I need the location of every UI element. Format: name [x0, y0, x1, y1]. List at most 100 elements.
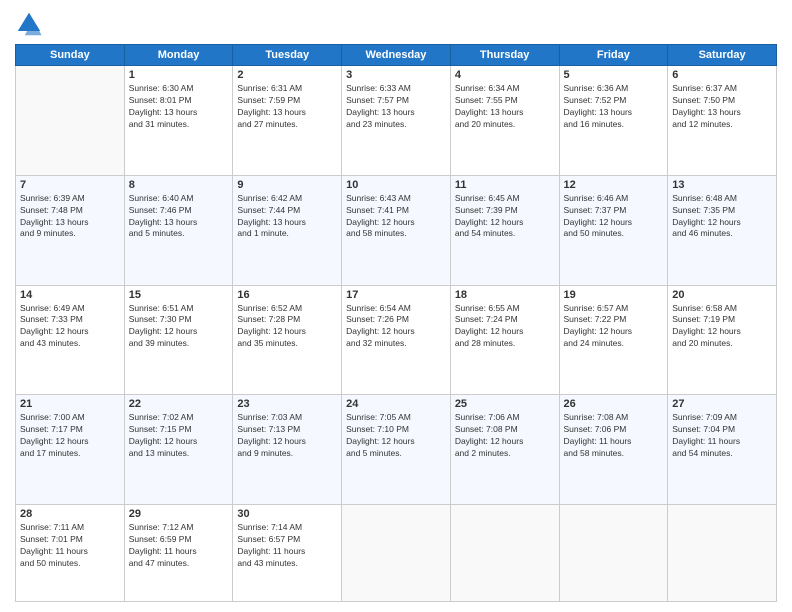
day-info: Sunrise: 7:00 AMSunset: 7:17 PMDaylight:… [20, 412, 120, 460]
day-number: 28 [20, 508, 120, 520]
day-info: Sunrise: 6:57 AMSunset: 7:22 PMDaylight:… [564, 303, 664, 351]
calendar-cell: 10Sunrise: 6:43 AMSunset: 7:41 PMDayligh… [342, 175, 451, 285]
day-number: 30 [237, 508, 337, 520]
calendar-cell: 12 Sunrise: 6:46 AMSunset: 7:37 PMDayligh… [559, 175, 668, 285]
day-number: 8 [129, 179, 229, 191]
day-info: Sunrise: 6:42 AMSunset: 7:44 PMDaylight:… [237, 193, 337, 241]
calendar-cell: 29 Sunrise: 7:12 AMSunset: 6:59 PMDayligh… [124, 505, 233, 602]
day-number: 27 [672, 398, 772, 410]
day-info: Sunrise: 6:40 AMSunset: 7:46 PMDaylight:… [129, 193, 229, 241]
day-number: 23 [237, 398, 337, 410]
calendar-cell: 30Sunrise: 7:14 AMSunset: 6:57 PMDayligh… [233, 505, 342, 602]
calendar-cell: 5Sunrise: 6:36 AMSunset: 7:52 PMDaylight… [559, 66, 668, 176]
calendar-cell: 19Sunrise: 6:57 AMSunset: 7:22 PMDayligh… [559, 285, 668, 395]
day-info: Sunrise: 6:34 AMSunset: 7:55 PMDaylight:… [455, 83, 555, 131]
day-info: Sunrise: 7:06 AMSunset: 7:08 PMDaylight:… [455, 412, 555, 460]
day-header-thursday: Thursday [450, 45, 559, 66]
day-number: 24 [346, 398, 446, 410]
calendar-cell: 24 Sunrise: 7:05 AMSunset: 7:10 PMDayligh… [342, 395, 451, 505]
calendar-cell: 15Sunrise: 6:51 AMSunset: 7:30 PMDayligh… [124, 285, 233, 395]
day-info: Sunrise: 6:36 AMSunset: 7:52 PMDaylight:… [564, 83, 664, 131]
day-header-saturday: Saturday [668, 45, 777, 66]
logo-icon [15, 10, 43, 38]
day-info: Sunrise: 7:02 AMSunset: 7:15 PMDaylight:… [129, 412, 229, 460]
calendar-cell: 9 Sunrise: 6:42 AMSunset: 7:44 PMDaylight… [233, 175, 342, 285]
calendar-week-2: 14Sunrise: 6:49 AMSunset: 7:33 PMDayligh… [16, 285, 777, 395]
day-info: Sunrise: 7:09 AMSunset: 7:04 PMDaylight:… [672, 412, 772, 460]
day-header-monday: Monday [124, 45, 233, 66]
calendar-cell: 25 Sunrise: 7:06 AMSunset: 7:08 PMDayligh… [450, 395, 559, 505]
day-info: Sunrise: 6:30 AMSunset: 8:01 PMDaylight:… [129, 83, 229, 131]
day-number: 11 [455, 179, 555, 191]
day-number: 16 [237, 289, 337, 301]
day-info: Sunrise: 7:11 AMSunset: 7:01 PMDaylight:… [20, 522, 120, 570]
calendar-cell: 20 Sunrise: 6:58 AMSunset: 7:19 PMDayligh… [668, 285, 777, 395]
day-number: 7 [20, 179, 120, 191]
page: SundayMondayTuesdayWednesdayThursdayFrid… [0, 0, 792, 612]
day-info: Sunrise: 6:51 AMSunset: 7:30 PMDaylight:… [129, 303, 229, 351]
calendar-cell: 22 Sunrise: 7:02 AMSunset: 7:15 PMDayligh… [124, 395, 233, 505]
day-info: Sunrise: 6:48 AMSunset: 7:35 PMDaylight:… [672, 193, 772, 241]
calendar-week-1: 7 Sunrise: 6:39 AMSunset: 7:48 PMDaylight… [16, 175, 777, 285]
calendar-cell: 23 Sunrise: 7:03 AMSunset: 7:13 PMDayligh… [233, 395, 342, 505]
day-info: Sunrise: 6:46 AMSunset: 7:37 PMDaylight:… [564, 193, 664, 241]
day-number: 21 [20, 398, 120, 410]
calendar-cell: 28 Sunrise: 7:11 AMSunset: 7:01 PMDayligh… [16, 505, 125, 602]
calendar-week-4: 28 Sunrise: 7:11 AMSunset: 7:01 PMDayligh… [16, 505, 777, 602]
day-number: 4 [455, 69, 555, 81]
day-info: Sunrise: 6:33 AMSunset: 7:57 PMDaylight:… [346, 83, 446, 131]
day-header-friday: Friday [559, 45, 668, 66]
day-number: 22 [129, 398, 229, 410]
day-info: Sunrise: 6:55 AMSunset: 7:24 PMDaylight:… [455, 303, 555, 351]
day-info: Sunrise: 6:58 AMSunset: 7:19 PMDaylight:… [672, 303, 772, 351]
calendar-cell: 8 Sunrise: 6:40 AMSunset: 7:46 PMDaylight… [124, 175, 233, 285]
calendar-cell: 1 Sunrise: 6:30 AMSunset: 8:01 PMDaylight… [124, 66, 233, 176]
logo [15, 10, 47, 38]
day-info: Sunrise: 7:05 AMSunset: 7:10 PMDaylight:… [346, 412, 446, 460]
calendar-cell: 14Sunrise: 6:49 AMSunset: 7:33 PMDayligh… [16, 285, 125, 395]
calendar-header-row: SundayMondayTuesdayWednesdayThursdayFrid… [16, 45, 777, 66]
calendar-cell: 2 Sunrise: 6:31 AMSunset: 7:59 PMDaylight… [233, 66, 342, 176]
calendar-cell [668, 505, 777, 602]
day-header-tuesday: Tuesday [233, 45, 342, 66]
day-header-wednesday: Wednesday [342, 45, 451, 66]
day-number: 20 [672, 289, 772, 301]
day-info: Sunrise: 6:52 AMSunset: 7:28 PMDaylight:… [237, 303, 337, 351]
day-header-sunday: Sunday [16, 45, 125, 66]
calendar-cell [342, 505, 451, 602]
day-number: 2 [237, 69, 337, 81]
calendar-cell [559, 505, 668, 602]
day-number: 14 [20, 289, 120, 301]
calendar-cell: 18 Sunrise: 6:55 AMSunset: 7:24 PMDayligh… [450, 285, 559, 395]
day-info: Sunrise: 6:39 AMSunset: 7:48 PMDaylight:… [20, 193, 120, 241]
calendar-week-0: 1 Sunrise: 6:30 AMSunset: 8:01 PMDaylight… [16, 66, 777, 176]
day-info: Sunrise: 6:37 AMSunset: 7:50 PMDaylight:… [672, 83, 772, 131]
day-number: 12 [564, 179, 664, 191]
day-info: Sunrise: 6:31 AMSunset: 7:59 PMDaylight:… [237, 83, 337, 131]
day-info: Sunrise: 7:08 AMSunset: 7:06 PMDaylight:… [564, 412, 664, 460]
day-number: 29 [129, 508, 229, 520]
day-info: Sunrise: 6:43 AMSunset: 7:41 PMDaylight:… [346, 193, 446, 241]
day-number: 25 [455, 398, 555, 410]
header [15, 10, 777, 38]
day-number: 6 [672, 69, 772, 81]
day-info: Sunrise: 6:45 AMSunset: 7:39 PMDaylight:… [455, 193, 555, 241]
calendar-cell: 4 Sunrise: 6:34 AMSunset: 7:55 PMDaylight… [450, 66, 559, 176]
day-info: Sunrise: 7:03 AMSunset: 7:13 PMDaylight:… [237, 412, 337, 460]
day-info: Sunrise: 6:54 AMSunset: 7:26 PMDaylight:… [346, 303, 446, 351]
day-number: 18 [455, 289, 555, 301]
calendar-cell: 16 Sunrise: 6:52 AMSunset: 7:28 PMDayligh… [233, 285, 342, 395]
calendar-cell: 26Sunrise: 7:08 AMSunset: 7:06 PMDayligh… [559, 395, 668, 505]
calendar-cell: 11 Sunrise: 6:45 AMSunset: 7:39 PMDayligh… [450, 175, 559, 285]
day-number: 9 [237, 179, 337, 191]
calendar-cell [16, 66, 125, 176]
day-number: 17 [346, 289, 446, 301]
calendar-cell: 6 Sunrise: 6:37 AMSunset: 7:50 PMDaylight… [668, 66, 777, 176]
calendar-cell [450, 505, 559, 602]
day-number: 3 [346, 69, 446, 81]
calendar-cell: 17 Sunrise: 6:54 AMSunset: 7:26 PMDayligh… [342, 285, 451, 395]
day-number: 13 [672, 179, 772, 191]
day-info: Sunrise: 7:12 AMSunset: 6:59 PMDaylight:… [129, 522, 229, 570]
day-number: 1 [129, 69, 229, 81]
calendar-table: SundayMondayTuesdayWednesdayThursdayFrid… [15, 44, 777, 602]
